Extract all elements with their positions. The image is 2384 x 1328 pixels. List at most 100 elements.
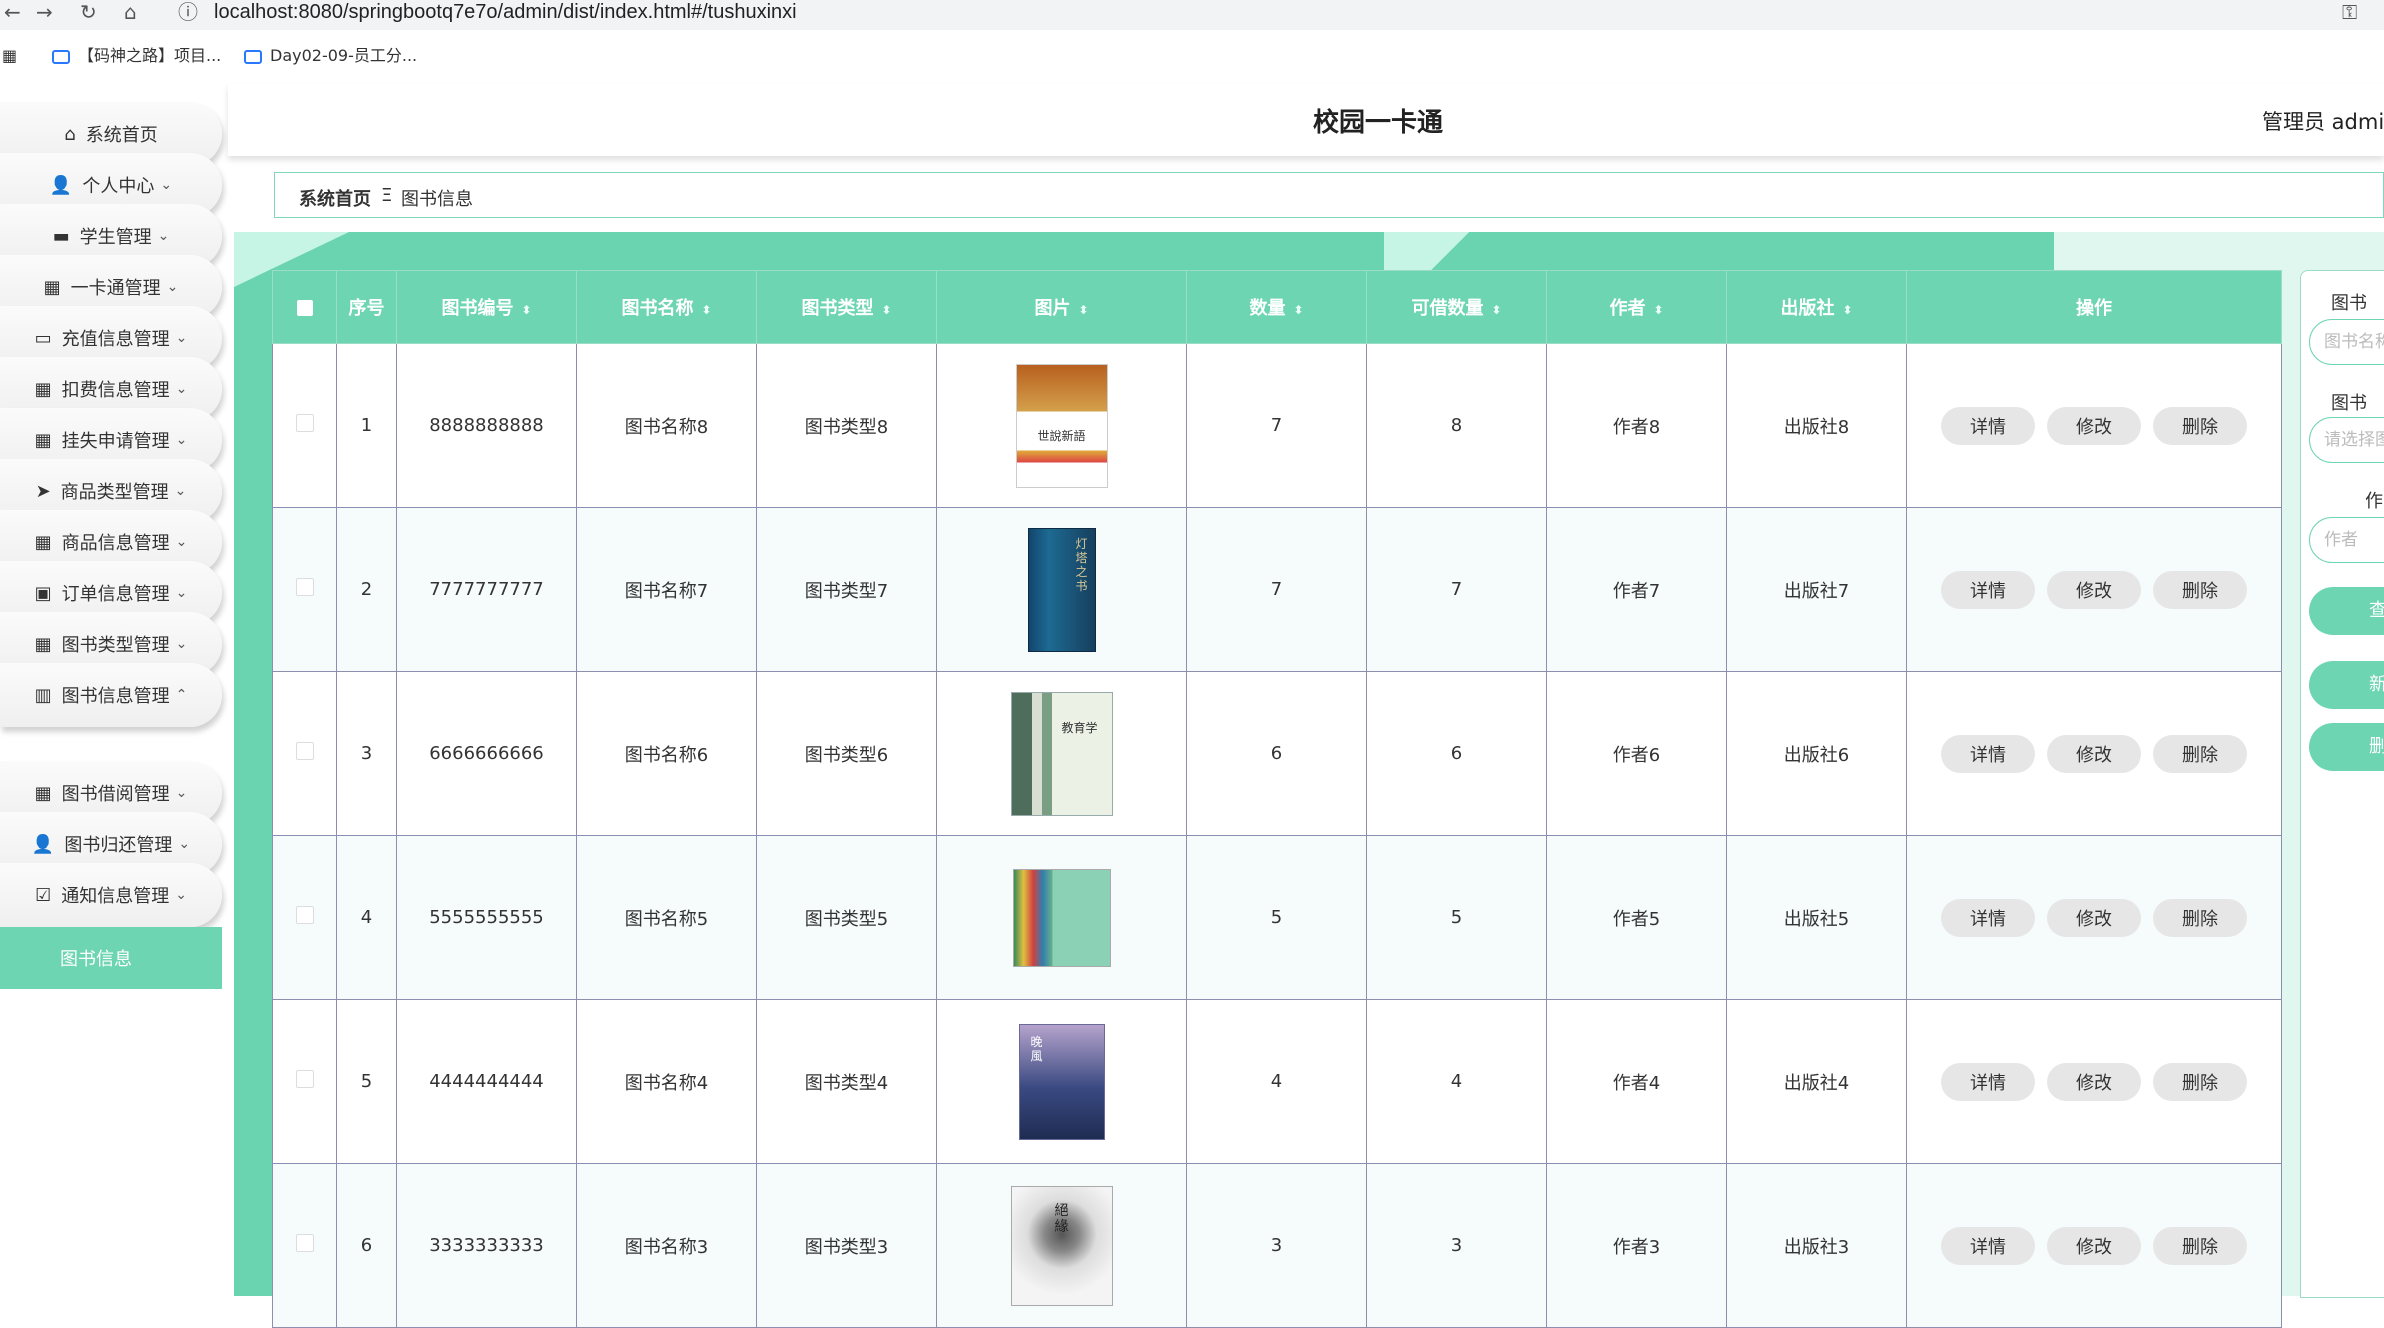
delete-button[interactable]: 删除 (2153, 898, 2247, 937)
col-header-qty[interactable]: 数量 ⬍ (1186, 270, 1367, 344)
sidebar-subitem-book-info[interactable]: 图书信息 (0, 927, 222, 989)
edit-button[interactable]: 修改 (2047, 1062, 2141, 1101)
row-checkbox[interactable] (272, 1163, 337, 1328)
search-type-select[interactable]: 请选择图 (2309, 417, 2384, 463)
detail-button[interactable]: 详情 (1941, 734, 2035, 773)
cell-avail: 3 (1366, 1163, 1547, 1328)
books-icon: ▥ (34, 684, 52, 706)
sidebar-item-label: 一卡通管理 (70, 278, 161, 299)
bookmark-icon (52, 49, 70, 64)
home-nav-icon[interactable]: ⌂ (124, 0, 137, 24)
sidebar-item-label: 个人中心 (82, 176, 155, 197)
add-button[interactable]: 新 (2309, 661, 2384, 709)
book-cover-image (1012, 868, 1111, 967)
edit-button[interactable]: 修改 (2047, 1226, 2141, 1265)
chevron-down-icon: ⌄ (174, 483, 187, 499)
breadcrumb-home[interactable]: 系统首页 (299, 185, 371, 211)
col-header-name[interactable]: 图书名称 ⬍ (576, 270, 757, 344)
chevron-up-icon: ⌃ (175, 687, 188, 703)
batch-delete-button[interactable]: 删 (2309, 723, 2384, 771)
bookmark-1[interactable]: 【码神之路】项目... (52, 44, 221, 68)
chevron-down-icon: ⌄ (175, 887, 187, 903)
col-header-code[interactable]: 图书编号 ⬍ (396, 270, 577, 344)
edit-button[interactable]: 修改 (2047, 570, 2141, 609)
detail-button[interactable]: 详情 (1941, 1226, 2035, 1265)
reload-icon[interactable]: ↻ (80, 0, 97, 24)
bookmark-label: Day02-09-员工分... (270, 46, 418, 65)
row-checkbox[interactable] (272, 835, 337, 1000)
col-header-author[interactable]: 作者 ⬍ (1546, 270, 1727, 344)
cell-publisher: 出版社8 (1726, 343, 1907, 508)
delete-button[interactable]: 删除 (2153, 1226, 2247, 1265)
top-header: 校园一卡通 管理员 admin (228, 84, 2384, 156)
apps-icon[interactable]: ▦ (2, 44, 17, 68)
back-icon[interactable]: ← (4, 0, 21, 24)
edit-button[interactable]: 修改 (2047, 734, 2141, 773)
grid-icon: ▦ (34, 378, 52, 400)
cell-author: 作者5 (1546, 835, 1727, 1000)
cell-type: 图书类型6 (756, 671, 937, 836)
sort-icon: ⬍ (1653, 303, 1664, 317)
search-panel: 图书 图书名称 图书 请选择图 作 作者 查 新 删 (2300, 270, 2384, 1298)
sidebar-item-14[interactable]: ☑ 通知信息管理 ⌄ (0, 863, 222, 927)
detail-button[interactable]: 详情 (1941, 406, 2035, 445)
cell-name: 图书名称6 (576, 671, 757, 836)
cell-type: 图书类型4 (756, 999, 937, 1164)
book-cover-image: 晚風 (1018, 1023, 1105, 1140)
row-checkbox[interactable] (272, 999, 337, 1164)
user-info[interactable]: 管理员 admin (2262, 106, 2384, 136)
key-icon[interactable]: ⚿ (2342, 0, 2357, 24)
detail-button[interactable]: 详情 (1941, 1062, 2035, 1101)
delete-button[interactable]: 删除 (2153, 570, 2247, 609)
cell-name: 图书名称3 (576, 1163, 757, 1328)
table-row: 1 8888888888 图书名称8 图书类型8 世說新語 7 8 作者8 出版社8 详情 修改 删除 (272, 343, 2282, 508)
sidebar-item-11[interactable]: ▥ 图书信息管理 ⌃ (0, 663, 222, 727)
cell-actions: 详情 修改 删除 (1906, 671, 2282, 836)
sidebar-item-label: 挂失申请管理 (61, 431, 170, 452)
delete-button[interactable]: 删除 (2153, 734, 2247, 773)
edit-button[interactable]: 修改 (2047, 406, 2141, 445)
sort-icon: ⬍ (881, 303, 892, 317)
user-icon: 👤 (49, 174, 73, 196)
bookmark-2[interactable]: Day02-09-员工分... (244, 44, 417, 68)
cell-type: 图书类型3 (756, 1163, 937, 1328)
forward-icon[interactable]: → (36, 0, 53, 24)
col-header-publisher[interactable]: 出版社 ⬍ (1726, 270, 1907, 344)
col-header-image[interactable]: 图片 ⬍ (936, 270, 1187, 344)
cell-avail: 8 (1366, 343, 1547, 508)
search-author-input[interactable]: 作者 (2309, 517, 2384, 563)
edit-button[interactable]: 修改 (2047, 898, 2141, 937)
chevron-down-icon: ⌄ (160, 177, 173, 193)
sort-icon: ⬍ (1293, 303, 1304, 317)
delete-button[interactable]: 删除 (2153, 1062, 2247, 1101)
cell-index: 2 (336, 507, 397, 672)
home-icon: ⌂ (64, 123, 76, 145)
row-checkbox[interactable] (272, 671, 337, 836)
sort-icon: ⬍ (521, 303, 532, 317)
table-row: 2 7777777777 图书名称7 图书类型7 灯塔之书 7 7 作者7 出版社7 详情 修改 删除 (272, 507, 2282, 672)
url-text[interactable]: localhost:8080/springbootq7e7o/admin/dis… (214, 0, 797, 24)
detail-button[interactable]: 详情 (1941, 570, 2035, 609)
col-header-type[interactable]: 图书类型 ⬍ (756, 270, 937, 344)
cell-avail: 5 (1366, 835, 1547, 1000)
search-name-input[interactable]: 图书名称 (2309, 319, 2384, 365)
bookmark-label: 【码神之路】项目... (78, 46, 222, 65)
cell-index: 6 (336, 1163, 397, 1328)
sort-icon: ⬍ (1078, 303, 1089, 317)
site-info-icon[interactable]: ⓘ (178, 0, 198, 24)
search-label-name: 图书 (2331, 293, 2367, 314)
cell-avail: 7 (1366, 507, 1547, 672)
cell-qty: 6 (1186, 671, 1367, 836)
select-all-checkbox[interactable] (272, 270, 337, 344)
row-checkbox[interactable] (272, 507, 337, 672)
sidebar-item-label: 通知信息管理 (61, 886, 170, 907)
cell-actions: 详情 修改 删除 (1906, 1163, 2282, 1328)
search-button[interactable]: 查 (2309, 587, 2384, 635)
cell-publisher: 出版社6 (1726, 671, 1907, 836)
cell-code: 3333333333 (396, 1163, 577, 1328)
row-checkbox[interactable] (272, 343, 337, 508)
delete-button[interactable]: 删除 (2153, 406, 2247, 445)
cell-actions: 详情 修改 删除 (1906, 835, 2282, 1000)
col-header-avail[interactable]: 可借数量 ⬍ (1366, 270, 1547, 344)
detail-button[interactable]: 详情 (1941, 898, 2035, 937)
